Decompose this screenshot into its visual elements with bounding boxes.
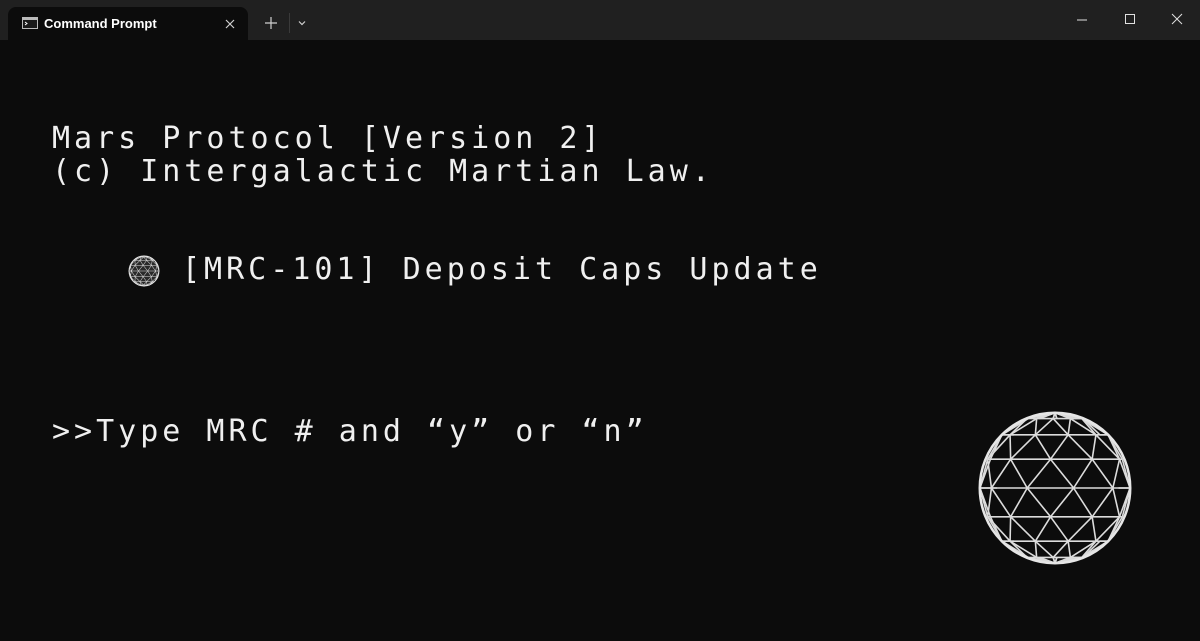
close-window-button[interactable] — [1154, 0, 1200, 40]
plus-icon[interactable] — [262, 14, 280, 32]
header-line-1: Mars Protocol [Version 2] — [52, 121, 604, 156]
close-tab-icon[interactable] — [222, 16, 238, 32]
geodesic-sphere-icon — [978, 411, 1132, 565]
terminal-icon — [22, 17, 38, 29]
tab-command-prompt[interactable]: Command Prompt — [8, 7, 248, 40]
chevron-down-icon[interactable] — [295, 16, 309, 30]
terminal-window: Command Prompt Mars Protocol [Version 2]… — [0, 0, 1200, 641]
minimize-icon — [1077, 19, 1087, 21]
geodesic-sphere-icon — [128, 255, 160, 287]
minimize-button[interactable] — [1059, 0, 1105, 40]
command-prompt-line[interactable]: >>Type MRC # and “y” or “n” — [52, 414, 648, 450]
tab-separator — [289, 13, 290, 33]
title-bar: Command Prompt — [0, 0, 1200, 40]
header-line-2: (c) Intergalactic Martian Law. — [52, 154, 714, 189]
console-output[interactable]: Mars Protocol [Version 2] (c) Intergalac… — [0, 40, 1200, 641]
tab-title: Command Prompt — [44, 16, 157, 31]
maximize-button[interactable] — [1107, 0, 1153, 40]
proposal-title: [MRC-101] Deposit Caps Update — [182, 252, 822, 287]
close-icon — [1171, 13, 1183, 25]
maximize-icon — [1125, 14, 1135, 24]
